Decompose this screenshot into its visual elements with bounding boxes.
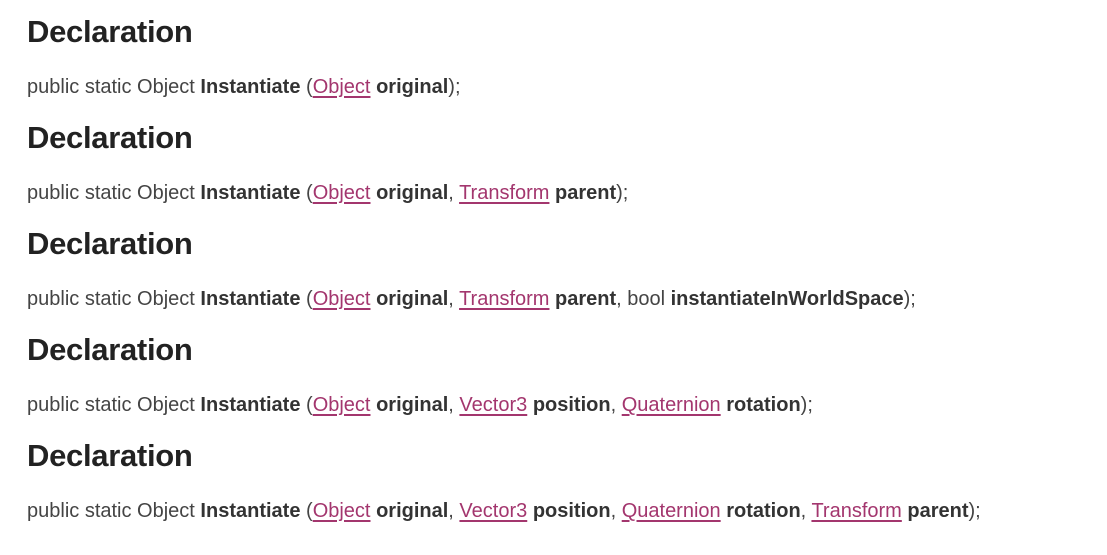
declaration-block-1: Declaration public static Object Instant… bbox=[27, 0, 1107, 106]
type-link-transform[interactable]: Transform bbox=[459, 182, 549, 204]
type-link-quaternion[interactable]: Quaternion bbox=[622, 394, 721, 416]
signature-text: , bbox=[448, 182, 460, 204]
declaration-heading: Declaration bbox=[27, 14, 193, 49]
signature-prefix: public static Object bbox=[27, 76, 201, 98]
type-link-object[interactable]: Object bbox=[313, 182, 371, 204]
signature-prefix: public static Object bbox=[27, 500, 201, 522]
method-name: Instantiate bbox=[200, 394, 301, 416]
method-signature: public static Object Instantiate (Object… bbox=[27, 286, 916, 312]
type-link-transform[interactable]: Transform bbox=[459, 288, 549, 310]
parameter-name: original bbox=[376, 288, 449, 310]
signature-text: , bbox=[800, 500, 812, 522]
signature-text: , bbox=[610, 500, 622, 522]
signature-text: ( bbox=[306, 394, 313, 416]
method-signature: public static Object Instantiate (Object… bbox=[27, 74, 461, 100]
method-signature: public static Object Instantiate (Object… bbox=[27, 498, 981, 524]
method-signature: public static Object Instantiate (Object… bbox=[27, 392, 813, 418]
method-signature: public static Object Instantiate (Object… bbox=[27, 180, 628, 206]
type-link-object[interactable]: Object bbox=[313, 76, 371, 98]
signature-text: ); bbox=[616, 182, 629, 204]
declaration-block-5: Declaration public static Object Instant… bbox=[27, 424, 1107, 530]
type-link-object[interactable]: Object bbox=[313, 500, 371, 522]
signature-prefix: public static Object bbox=[27, 182, 201, 204]
parameter-name: original bbox=[376, 500, 449, 522]
method-name: Instantiate bbox=[200, 500, 301, 522]
signature-text: , bbox=[448, 394, 460, 416]
signature-text: ( bbox=[306, 288, 313, 310]
type-link-transform[interactable]: Transform bbox=[811, 500, 901, 522]
parameter-name: position bbox=[532, 394, 611, 416]
signature-text: ( bbox=[306, 500, 313, 522]
method-name: Instantiate bbox=[200, 288, 301, 310]
declaration-heading: Declaration bbox=[27, 332, 193, 367]
signature-text: ); bbox=[800, 394, 813, 416]
type-link-quaternion[interactable]: Quaternion bbox=[622, 500, 721, 522]
parameter-name: rotation bbox=[726, 394, 801, 416]
signature-text: ( bbox=[306, 76, 313, 98]
signature-prefix: public static Object bbox=[27, 288, 201, 310]
declaration-block-4: Declaration public static Object Instant… bbox=[27, 318, 1107, 424]
declaration-heading: Declaration bbox=[27, 438, 193, 473]
signature-text: , bool bbox=[616, 288, 671, 310]
declaration-heading: Declaration bbox=[27, 226, 193, 261]
declarations-list: Declaration public static Object Instant… bbox=[27, 0, 1107, 530]
type-link-vector3[interactable]: Vector3 bbox=[459, 394, 527, 416]
declaration-block-2: Declaration public static Object Instant… bbox=[27, 106, 1107, 212]
parameter-name: original bbox=[376, 182, 449, 204]
parameter-name: parent bbox=[907, 500, 969, 522]
parameter-name: position bbox=[532, 500, 611, 522]
type-link-object[interactable]: Object bbox=[313, 394, 371, 416]
signature-text: ( bbox=[306, 182, 313, 204]
signature-text: ); bbox=[968, 500, 981, 522]
parameter-name: instantiateInWorldSpace bbox=[670, 288, 904, 310]
method-name: Instantiate bbox=[200, 182, 301, 204]
signature-text: ); bbox=[448, 76, 461, 98]
signature-text: ); bbox=[903, 288, 916, 310]
signature-prefix: public static Object bbox=[27, 394, 201, 416]
parameter-name: rotation bbox=[726, 500, 801, 522]
parameter-name: parent bbox=[555, 288, 617, 310]
type-link-vector3[interactable]: Vector3 bbox=[459, 500, 527, 522]
declaration-block-3: Declaration public static Object Instant… bbox=[27, 212, 1107, 318]
parameter-name: original bbox=[376, 394, 449, 416]
signature-text: , bbox=[610, 394, 622, 416]
declaration-heading: Declaration bbox=[27, 120, 193, 155]
signature-text: , bbox=[448, 288, 460, 310]
parameter-name: parent bbox=[555, 182, 617, 204]
type-link-object[interactable]: Object bbox=[313, 288, 371, 310]
method-name: Instantiate bbox=[200, 76, 301, 98]
signature-text: , bbox=[448, 500, 460, 522]
parameter-name: original bbox=[376, 76, 449, 98]
